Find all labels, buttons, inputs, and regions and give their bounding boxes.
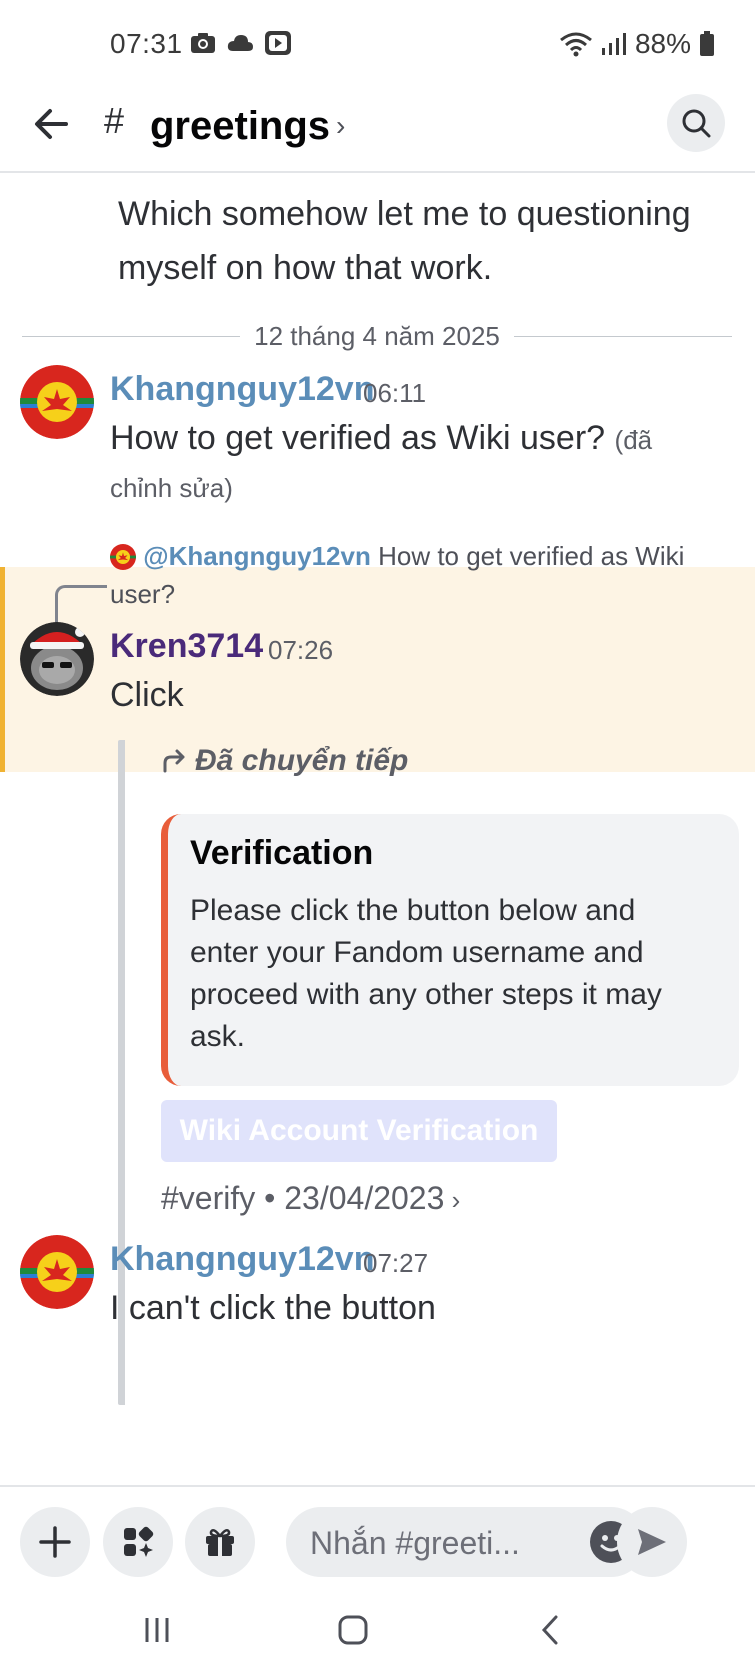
gift-button[interactable] <box>185 1507 255 1577</box>
message-input[interactable]: Nhắn #greeti... <box>286 1507 646 1577</box>
back-button[interactable] <box>30 102 74 146</box>
date-divider: 12 tháng 4 năm 2025 <box>22 321 732 351</box>
source-chevron: › <box>444 1185 461 1215</box>
youtube-icon <box>265 31 291 55</box>
plus-icon <box>39 1526 71 1558</box>
status-right: 88% <box>559 28 715 60</box>
channel-name[interactable]: greetings <box>150 104 330 149</box>
message-input-bar: Nhắn #greeti... <box>0 1485 755 1580</box>
message-text: How to get verified as Wiki user? (đã ch… <box>110 415 670 511</box>
server-logo-avatar-icon <box>20 365 94 439</box>
username[interactable]: Khangnguy12vn <box>110 1240 374 1279</box>
send-button[interactable] <box>617 1507 687 1577</box>
battery-percent: 88% <box>634 28 691 59</box>
add-attachment-button[interactable] <box>20 1507 90 1577</box>
channel-chevron[interactable]: › <box>336 110 345 142</box>
forwarded-text: Đã chuyển tiếp <box>195 744 409 777</box>
apps-icon <box>124 1526 154 1557</box>
arrow-left-icon <box>35 109 68 139</box>
cat-santa-avatar-icon <box>20 622 94 696</box>
source-date: 23/04/2023 <box>284 1180 445 1216</box>
send-icon <box>638 1529 666 1555</box>
message-text: Click <box>110 676 184 714</box>
chevron-left-icon <box>541 1615 558 1645</box>
home-button[interactable] <box>323 1608 383 1652</box>
reply-preview[interactable]: @Khangnguy12vn How to get verified as Wi… <box>110 537 700 613</box>
message-time: 07:27 <box>363 1248 429 1278</box>
reply-mention[interactable]: @Khangnguy12vn <box>143 541 371 571</box>
avatar[interactable] <box>20 1235 94 1309</box>
camera-icon <box>191 33 215 53</box>
forward-source[interactable]: #verify • 23/04/2023 › <box>161 1180 460 1217</box>
forwarded-label: Đã chuyển tiếp <box>161 744 408 778</box>
message-text: I can't click the button <box>110 1289 436 1327</box>
search-button[interactable] <box>667 94 725 152</box>
embed-card: Verification Please click the button bel… <box>161 814 739 1086</box>
wiki-verification-button[interactable]: Wiki Account Verification <box>161 1100 557 1162</box>
message-body: How to get verified as Wiki user? <box>110 419 606 457</box>
recents-icon <box>145 1618 169 1642</box>
signal-icon <box>601 33 626 55</box>
source-channel: #verify <box>161 1180 256 1216</box>
status-left-icons <box>190 30 292 56</box>
avatar[interactable] <box>20 622 94 696</box>
reply-avatar-icon <box>110 544 136 570</box>
server-logo-avatar-icon <box>20 1235 94 1309</box>
status-bar: 07:31 88% <box>0 0 755 90</box>
username[interactable]: Kren3714 <box>110 627 263 666</box>
gift-icon <box>206 1528 234 1556</box>
avatar[interactable] <box>20 365 94 439</box>
cloud-icon <box>227 35 253 51</box>
channel-header: # greetings › <box>0 90 755 173</box>
message-input-placeholder: Nhắn #greeti... <box>310 1525 520 1561</box>
system-back-button[interactable] <box>520 1608 580 1652</box>
message-list[interactable]: Which somehow let me to questioning myse… <box>0 175 755 1480</box>
home-icon <box>338 1615 368 1645</box>
forward-arrow-icon <box>163 749 185 773</box>
embed-description: Please click the button below and enter … <box>190 894 662 1053</box>
source-separator: • <box>255 1180 285 1216</box>
battery-icon <box>700 31 714 56</box>
channel-hash: # <box>104 100 125 141</box>
recent-apps-button[interactable] <box>127 1608 187 1652</box>
wifi-icon <box>560 32 592 57</box>
apps-button[interactable] <box>103 1507 173 1577</box>
status-time: 07:31 <box>110 28 183 59</box>
message-time: 06:11 <box>363 378 427 408</box>
date-divider-text: 12 tháng 4 năm 2025 <box>240 321 514 351</box>
username[interactable]: Khangnguy12vn <box>110 370 374 409</box>
embed-title: Verification <box>190 834 374 872</box>
message-time: 07:26 <box>268 635 334 665</box>
search-icon <box>682 109 711 138</box>
message-text-continued: Which somehow let me to questioning myse… <box>118 195 691 287</box>
system-nav-bar <box>0 1580 755 1678</box>
